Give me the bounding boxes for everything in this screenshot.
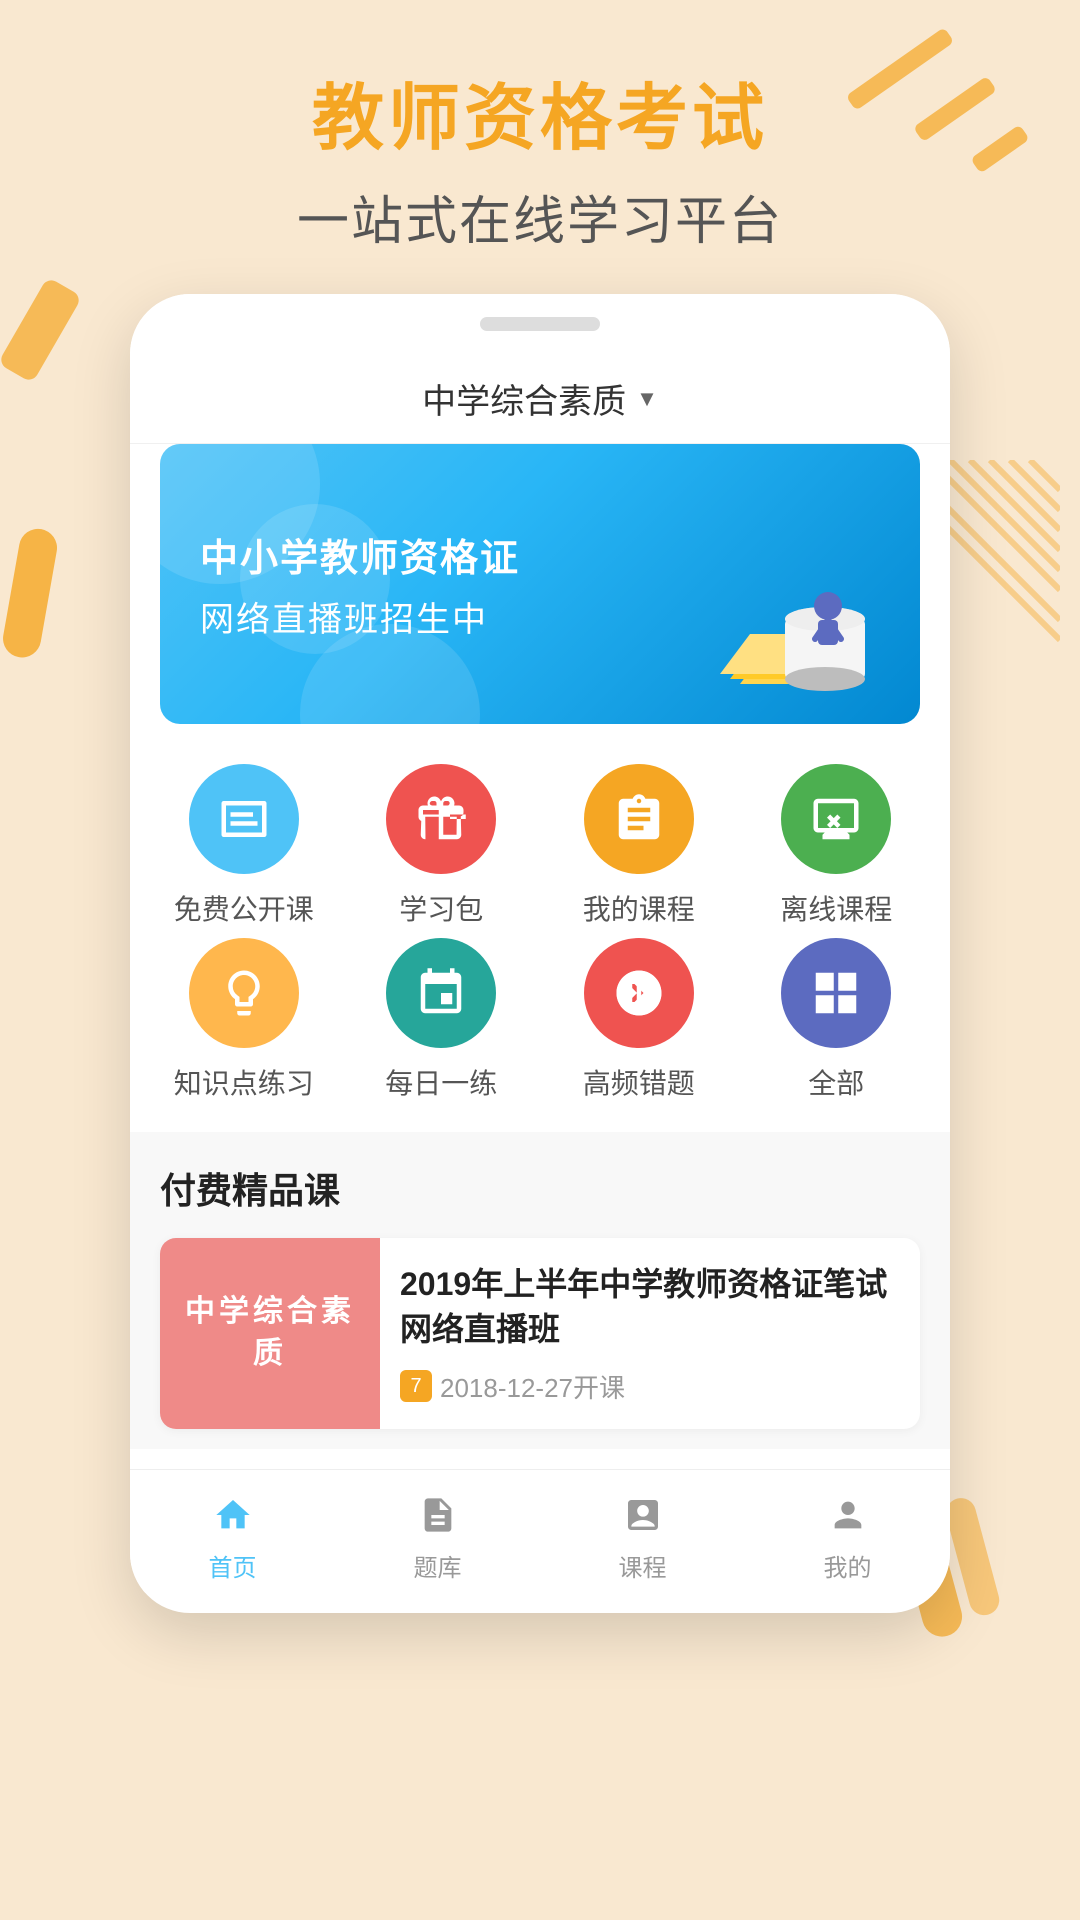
bulb-icon — [217, 966, 271, 1020]
header: 教师资格考试 一站式在线学习平台 — [0, 0, 1080, 294]
course-date-text: 2018-12-27开课 — [440, 1368, 625, 1405]
menu-item-error-questions[interactable]: 高频错题 — [545, 938, 733, 1102]
study-pack-icon-circle — [386, 764, 496, 874]
study-pack-label: 学习包 — [399, 888, 483, 928]
section-title: 付费精品课 — [160, 1162, 920, 1214]
gift-icon — [414, 792, 468, 846]
course-icon — [618, 1490, 668, 1540]
banner-title-line1: 中小学教师资格证 — [200, 527, 520, 582]
bottom-nav: 首页 题库 课程 — [130, 1469, 950, 1593]
my-course-icon-circle — [584, 764, 694, 874]
menu-item-daily[interactable]: 每日一练 — [348, 938, 536, 1102]
banner[interactable]: 中小学教师资格证 网络直播班招生中 — [160, 444, 920, 724]
dropdown-arrow: ▼ — [636, 386, 658, 412]
nav-course-label: 课程 — [619, 1548, 667, 1583]
all-icon-circle — [781, 938, 891, 1048]
clipboard-icon — [612, 792, 666, 846]
monitor-x-icon — [809, 792, 863, 846]
phone-speaker-bar — [130, 294, 950, 354]
free-course-label: 免费公开课 — [174, 888, 314, 928]
error-label: 高频错题 — [583, 1062, 695, 1102]
daily-icon-circle — [386, 938, 496, 1048]
home-icon — [208, 1490, 258, 1540]
phone-speaker — [480, 317, 600, 331]
mine-icon — [823, 1490, 873, 1540]
app-subtitle: 一站式在线学习平台 — [0, 179, 1080, 254]
app-navbar[interactable]: 中学综合素质 ▼ — [130, 354, 950, 444]
menu-item-offline-course[interactable]: 离线课程 — [743, 764, 931, 928]
course-info: 2019年上半年中学教师资格证笔试网络直播班 7 2018-12-27开课 — [380, 1238, 920, 1429]
subject-selector[interactable]: 中学综合素质 — [422, 374, 626, 423]
banner-text: 中小学教师资格证 网络直播班招生中 — [200, 527, 520, 641]
nav-questions-label: 题库 — [414, 1548, 462, 1583]
nav-item-questions[interactable]: 题库 — [335, 1490, 540, 1583]
banner-illustration — [670, 504, 890, 724]
premium-course-section: 付费精品课 中学综合素质 2019年上半年中学教师资格证笔试网络直播班 7 20… — [130, 1132, 950, 1449]
offline-course-icon-circle — [781, 764, 891, 874]
all-label: 全部 — [808, 1062, 864, 1102]
phone-mockup: 中学综合素质 ▼ 中小学教师资格证 网络直播班招生中 — [130, 294, 950, 1613]
knowledge-label: 知识点练习 — [174, 1062, 314, 1102]
nav-item-mine[interactable]: 我的 — [745, 1490, 950, 1583]
course-date: 7 2018-12-27开课 — [400, 1368, 900, 1405]
course-card[interactable]: 中学综合素质 2019年上半年中学教师资格证笔试网络直播班 7 2018-12-… — [160, 1238, 920, 1429]
calendar-icon — [414, 966, 468, 1020]
banner-title-line2: 网络直播班招生中 — [200, 592, 520, 641]
offline-course-label: 离线课程 — [780, 888, 892, 928]
error-icon-circle — [584, 938, 694, 1048]
course-thumbnail: 中学综合素质 — [160, 1238, 380, 1429]
nav-mine-label: 我的 — [824, 1548, 872, 1583]
nav-item-home[interactable]: 首页 — [130, 1490, 335, 1583]
my-course-label: 我的课程 — [583, 888, 695, 928]
questions-icon — [413, 1490, 463, 1540]
free-course-icon-circle — [189, 764, 299, 874]
edit-circle-icon — [612, 966, 666, 1020]
knowledge-icon-circle — [189, 938, 299, 1048]
menu-item-study-pack[interactable]: 学习包 — [348, 764, 536, 928]
calendar-icon: 7 — [400, 1370, 432, 1402]
daily-label: 每日一练 — [385, 1062, 497, 1102]
nav-item-course[interactable]: 课程 — [540, 1490, 745, 1583]
menu-item-all[interactable]: 全部 — [743, 938, 931, 1102]
app-title: 教师资格考试 — [0, 80, 1080, 159]
book-open-icon — [217, 792, 271, 846]
nav-home-label: 首页 — [209, 1548, 257, 1583]
grid-icon — [809, 966, 863, 1020]
course-title: 2019年上半年中学教师资格证笔试网络直播班 — [400, 1262, 900, 1352]
menu-item-free-course[interactable]: 免费公开课 — [150, 764, 338, 928]
menu-item-my-course[interactable]: 我的课程 — [545, 764, 733, 928]
menu-grid: 免费公开课 学习包 我的课程 — [130, 724, 950, 1122]
menu-item-knowledge[interactable]: 知识点练习 — [150, 938, 338, 1102]
